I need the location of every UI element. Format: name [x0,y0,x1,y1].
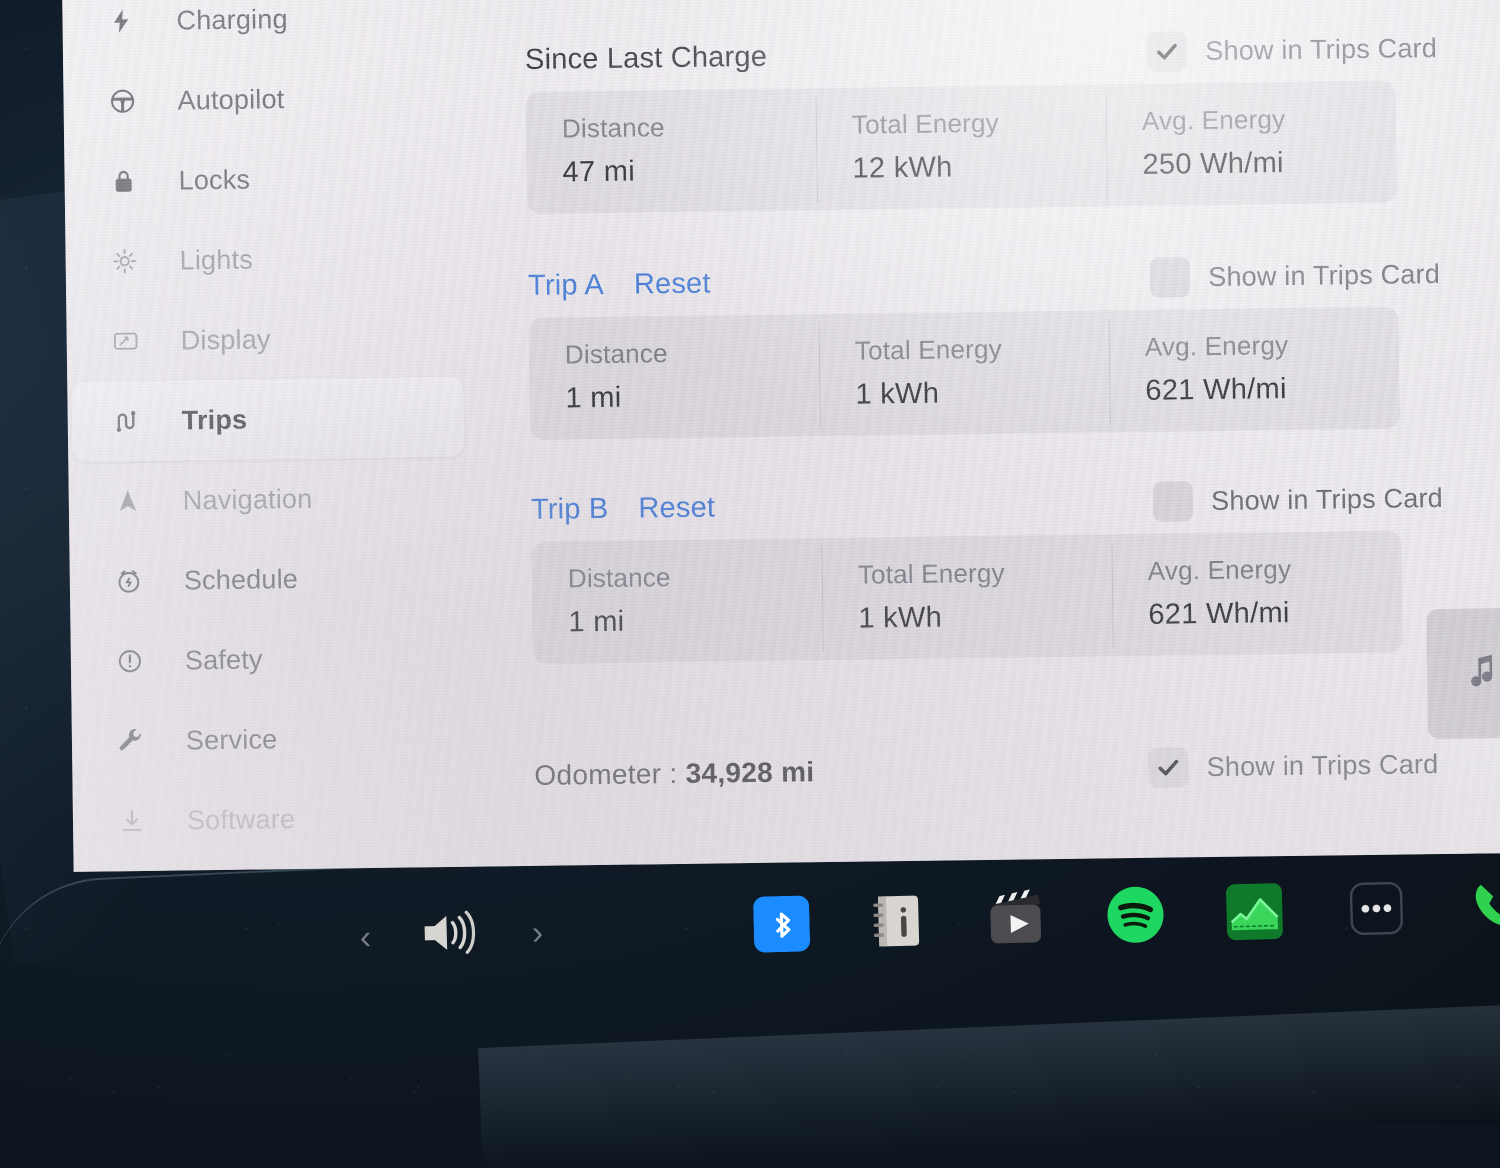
section-since-last-charge: Since Last Charge Show in Trips Card Dis… [463,25,1500,215]
wrench-icon [116,726,146,756]
sidebar-item-label: Autopilot [177,83,285,115]
stat-label: Avg. Energy [1141,104,1286,136]
trip-b-reset-button[interactable]: Reset [638,491,715,525]
trips-panel: Since Last Charge Show in Trips Card Dis… [462,0,1500,867]
checkbox-unchecked[interactable] [1150,257,1191,298]
stat-value: 621 Wh/mi [1148,596,1290,631]
lock-icon [108,166,138,196]
trip-a-reset-button[interactable]: Reset [634,267,711,301]
stat-label: Distance [564,338,668,370]
odometer-readout: Odometer : 34,928 mi [534,756,814,792]
stat-card: Distance 47 mi Total Energy 12 kWh Avg. … [525,80,1398,214]
stat-label: Total Energy [851,107,1000,140]
sidebar-item-lights[interactable]: Lights [69,217,462,302]
stat-value: 1 mi [568,605,625,639]
media-card-peek[interactable] [1426,607,1500,740]
stat-label: Total Energy [854,333,1003,366]
sidebar-item-service[interactable]: Service [75,697,468,782]
odometer-label: Odometer [534,758,662,791]
checkbox-label: Show in Trips Card [1208,258,1441,292]
settings-sidebar: Charging Autopilot Locks Lights Display … [62,0,474,872]
sidebar-item-label: Service [185,723,278,755]
schedule-clock-icon [114,566,144,596]
trips-route-icon [112,406,142,436]
checkbox-label: Show in Trips Card [1210,482,1444,516]
sidebar-item-label: Software [186,803,296,835]
section-trip-a: Trip A Reset Show in Trips Card Distance… [466,251,1500,441]
odometer-value: 34,928 mi [685,756,815,789]
section-header: Trip B Reset Show in Trips Card [469,475,1500,533]
sidebar-item-label: Navigation [182,483,313,515]
odometer-show-in-trips-card-toggle[interactable]: Show in Trips Card [1148,744,1439,788]
stat-cell-avg-energy: Avg. Energy 621 Wh/mi [1108,307,1400,433]
steering-wheel-icon [107,86,137,116]
sidebar-item-display[interactable]: Display [70,297,463,382]
car-touchscreen: Charging Autopilot Locks Lights Display … [62,0,1500,872]
display-icon [111,326,141,356]
sidebar-item-schedule[interactable]: Schedule [73,537,466,622]
trip-b-label[interactable]: Trip B [531,492,609,526]
stat-cell-total-energy: Total Energy 1 kWh [821,534,1113,660]
stat-cell-distance: Distance 1 mi [528,314,820,440]
stat-card: Distance 1 mi Total Energy 1 kWh Avg. En… [528,306,1400,440]
stat-cell-distance: Distance 47 mi [525,88,817,214]
checkbox-label: Show in Trips Card [1206,748,1439,782]
odometer-separator: : [669,758,678,790]
sidebar-item-label: Trips [181,404,248,435]
stat-value: 621 Wh/mi [1145,373,1287,407]
checkbox-label: Show in Trips Card [1205,32,1438,66]
stat-cell-avg-energy: Avg. Energy 621 Wh/mi [1111,531,1403,657]
safety-alert-icon [115,646,145,676]
sidebar-item-software[interactable]: Software [76,777,469,862]
show-in-trips-card-toggle[interactable]: Show in Trips Card [1147,28,1437,72]
sidebar-item-trips[interactable]: Trips [71,376,465,462]
stat-value: 47 mi [562,155,636,189]
stat-label: Avg. Energy [1147,553,1292,586]
sidebar-item-label: Display [180,323,271,355]
checkbox-checked[interactable] [1148,747,1189,788]
stat-cell-avg-energy: Avg. Energy 250 Wh/mi [1105,81,1397,207]
music-note-icon [1465,651,1500,696]
sidebar-item-label: Locks [178,164,251,195]
checkbox-checked[interactable] [1147,31,1188,72]
show-in-trips-card-toggle[interactable]: Show in Trips Card [1150,254,1440,298]
sidebar-item-charging[interactable]: Charging [66,0,459,62]
section-title: Since Last Charge [524,40,768,76]
download-icon [117,806,147,836]
sidebar-item-label: Schedule [183,563,299,595]
trip-a-label[interactable]: Trip A [528,268,604,302]
stat-value: 1 kWh [855,377,940,411]
sidebar-item-autopilot[interactable]: Autopilot [67,57,460,142]
sidebar-item-label: Charging [176,3,288,36]
navigation-arrow-icon [113,486,143,516]
media-card-lower-peek[interactable] [1440,737,1500,860]
section-trip-b: Trip B Reset Show in Trips Card Distance… [469,475,1500,665]
lights-icon [109,246,139,276]
show-in-trips-card-toggle[interactable]: Show in Trips Card [1152,478,1444,522]
section-header: Trip A Reset Show in Trips Card [466,251,1500,309]
stat-label: Avg. Energy [1144,329,1289,362]
stat-value: 1 kWh [858,601,943,635]
stat-card: Distance 1 mi Total Energy 1 kWh Avg. En… [531,530,1403,664]
bolt-icon [106,6,136,36]
sidebar-item-label: Safety [184,643,263,675]
stat-label: Total Energy [857,557,1005,590]
section-header: Since Last Charge Show in Trips Card [463,25,1500,83]
stat-label: Distance [567,562,671,594]
stat-value: 1 mi [565,381,622,415]
stat-value: 12 kWh [852,151,953,185]
checkbox-unchecked[interactable] [1152,481,1194,522]
stat-cell-distance: Distance 1 mi [531,538,823,664]
stat-label: Distance [561,112,665,144]
sidebar-item-safety[interactable]: Safety [74,617,467,702]
sidebar-item-label: Lights [179,244,254,275]
odometer-row: Odometer : 34,928 mi Show in Trips Card [472,733,1500,807]
sidebar-item-locks[interactable]: Locks [68,137,461,222]
sidebar-item-navigation[interactable]: Navigation [72,457,465,542]
stat-cell-total-energy: Total Energy 1 kWh [818,310,1110,436]
stat-cell-total-energy: Total Energy 12 kWh [815,84,1107,210]
bezel-bottom-highlight [477,1002,1500,1168]
stat-value: 250 Wh/mi [1142,147,1284,181]
